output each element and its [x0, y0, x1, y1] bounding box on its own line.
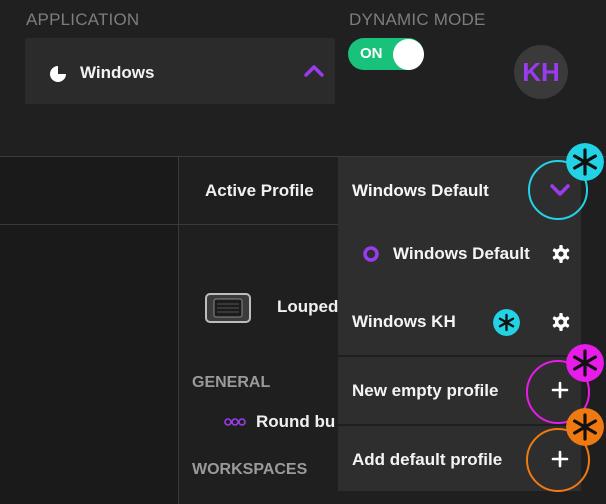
left-panel — [0, 157, 178, 504]
menu-item-add-default-profile[interactable]: Add default profile — [352, 450, 502, 470]
device-icon — [205, 293, 251, 323]
menu-item-windows-kh[interactable]: Windows KH — [352, 312, 456, 332]
gear-icon[interactable] — [551, 244, 571, 264]
asterisk-marker-icon — [566, 408, 604, 446]
toggle-knob[interactable] — [393, 39, 424, 70]
divider — [0, 224, 338, 225]
asterisk-marker-icon — [493, 309, 520, 336]
menu-divider — [338, 355, 581, 357]
asterisk-marker-icon — [566, 143, 604, 181]
menu-item-windows-default[interactable]: Windows Default — [393, 244, 530, 264]
active-profile-label: Active Profile — [205, 181, 314, 200]
toggle-state-label: ON — [360, 45, 383, 62]
menu-item-new-empty-profile[interactable]: New empty profile — [352, 381, 498, 401]
round-buttons-label[interactable]: Round bu — [256, 412, 335, 432]
chevron-up-icon[interactable] — [302, 62, 326, 80]
menu-divider — [338, 424, 581, 426]
general-section-label: GENERAL — [192, 374, 271, 391]
application-value: Windows — [80, 63, 155, 82]
asterisk-marker-icon — [566, 344, 604, 382]
device-label: Louped — [277, 297, 339, 316]
profile-dropdown-value: Windows Default — [352, 181, 489, 200]
dynamic-mode-label: DYNAMIC MODE — [349, 10, 486, 29]
pie-icon — [50, 66, 66, 82]
round-buttons-icon — [224, 418, 246, 426]
application-section-label: APPLICATION — [26, 10, 140, 29]
application-selector[interactable] — [25, 38, 335, 104]
ring-icon — [363, 246, 379, 262]
gear-icon[interactable] — [551, 312, 571, 332]
divider — [178, 157, 179, 504]
workspaces-section-label: WORKSPACES — [192, 461, 308, 478]
avatar-initials: KH — [522, 57, 560, 87]
